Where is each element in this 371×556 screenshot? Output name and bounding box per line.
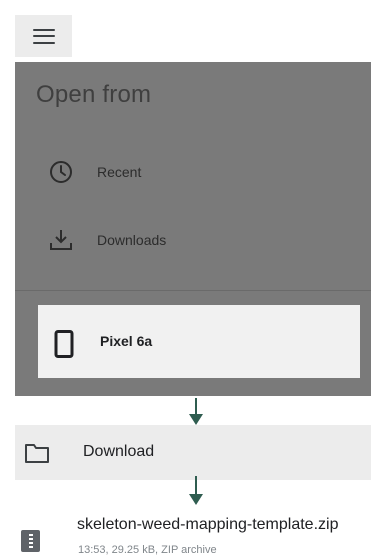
down-arrow-icon bbox=[189, 476, 203, 506]
phone-icon bbox=[54, 330, 74, 358]
zip-file-icon bbox=[21, 530, 40, 552]
file-row[interactable]: skeleton-weed-mapping-template.zip 13:53… bbox=[15, 508, 371, 556]
folder-row-download[interactable]: Download bbox=[15, 425, 371, 480]
drawer-item-label: Downloads bbox=[97, 232, 167, 248]
app-root: Open from Recent Downloads Pixel 6a Down… bbox=[0, 0, 371, 556]
file-name: skeleton-weed-mapping-template.zip bbox=[77, 516, 339, 533]
download-icon bbox=[48, 227, 74, 253]
drawer-item-recent[interactable]: Recent bbox=[15, 148, 371, 196]
file-meta: 13:53, 29.25 kB, ZIP archive bbox=[78, 544, 217, 556]
drawer-title: Open from bbox=[36, 81, 152, 108]
clock-icon bbox=[48, 159, 74, 185]
folder-label: Download bbox=[83, 443, 155, 460]
drawer-divider bbox=[15, 290, 371, 291]
drawer-item-pixel-6a[interactable]: Pixel 6a bbox=[38, 305, 360, 378]
menu-button[interactable] bbox=[15, 15, 72, 57]
hamburger-menu-icon bbox=[32, 28, 55, 44]
device-label: Pixel 6a bbox=[100, 333, 153, 349]
drawer-item-downloads[interactable]: Downloads bbox=[15, 216, 371, 264]
folder-icon bbox=[24, 442, 50, 464]
drawer-item-label: Recent bbox=[97, 164, 142, 180]
down-arrow-icon bbox=[189, 398, 203, 426]
